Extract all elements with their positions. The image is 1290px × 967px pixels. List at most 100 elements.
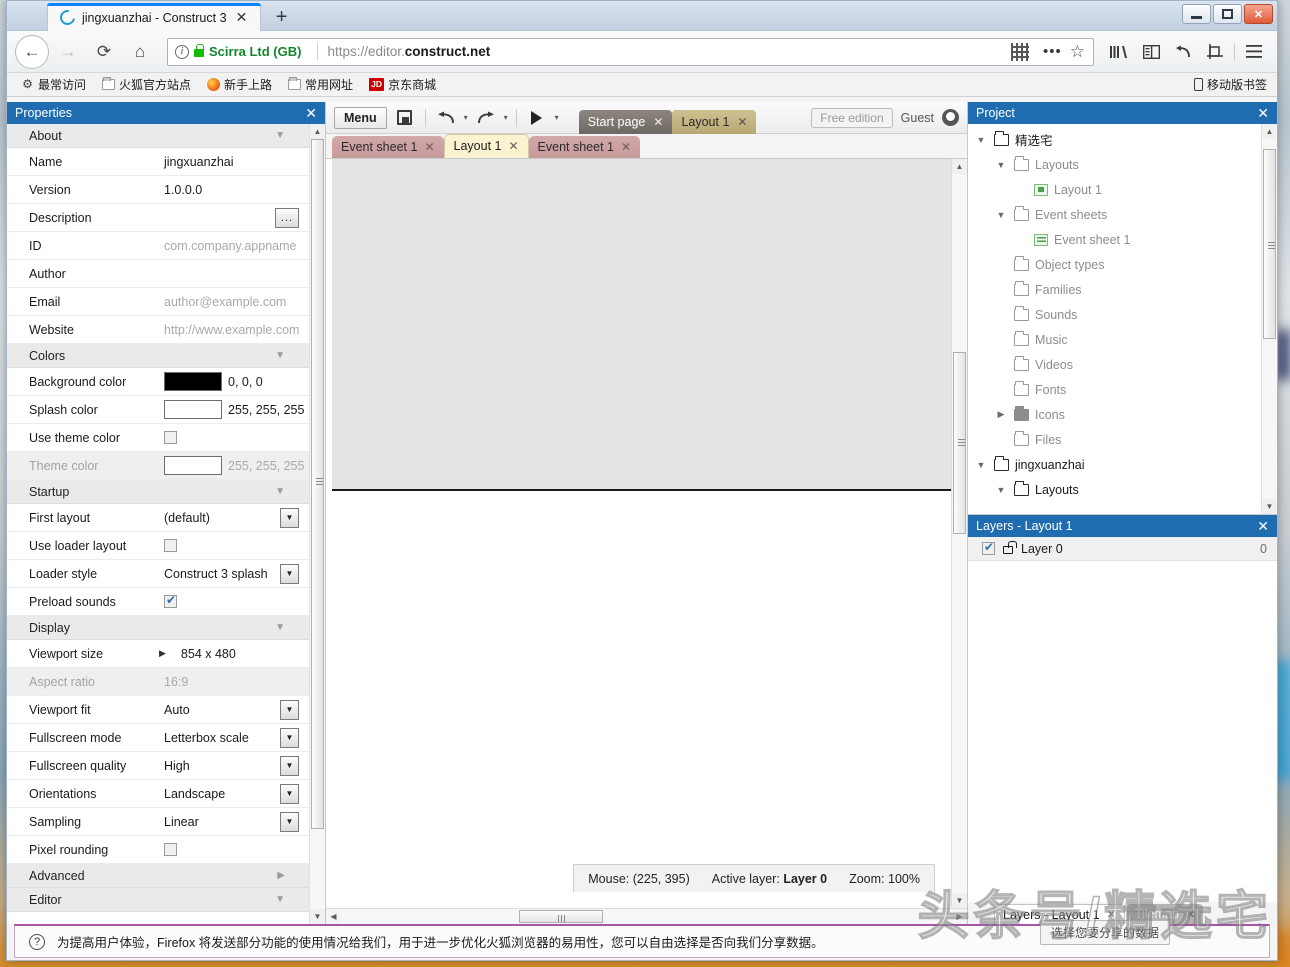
scroll-down-icon[interactable]: ▼ (310, 909, 325, 924)
chevron-down-icon[interactable]: ▼ (280, 756, 299, 776)
user-avatar-icon[interactable] (942, 109, 959, 126)
bookmark-item[interactable]: 新手上路 (201, 74, 278, 95)
property-row-use-theme-color[interactable]: Use theme color (7, 424, 309, 452)
new-tab-button[interactable]: + (269, 5, 295, 31)
use-theme-color-checkbox[interactable] (164, 431, 177, 444)
scroll-left-icon[interactable]: ◀ (326, 909, 341, 924)
layer-visibility-checkbox[interactable] (982, 542, 995, 555)
redo-icon[interactable] (474, 106, 498, 130)
chevron-down-icon[interactable]: ▼ (994, 160, 1008, 170)
screenshot-icon[interactable] (1200, 37, 1230, 67)
tree-node-sounds[interactable]: Sounds (968, 302, 1261, 327)
property-row-viewport-fit[interactable]: Viewport fit Auto ▼ (7, 696, 309, 724)
close-icon[interactable]: ✕ (653, 115, 663, 129)
property-row-name[interactable]: Name jingxuanzhai (7, 148, 309, 176)
bookmark-star-icon[interactable]: ☆ (1070, 42, 1089, 62)
scrollbar-thumb[interactable] (1263, 149, 1276, 339)
close-icon[interactable]: ✕ (234, 10, 250, 26)
tree-node-event-sheet-1[interactable]: Event sheet 1 (968, 227, 1261, 252)
chevron-down-icon[interactable]: ▼ (275, 622, 285, 633)
canvas-vertical-scrollbar[interactable]: ▲ ▼ (951, 159, 967, 908)
scroll-down-icon[interactable]: ▼ (1262, 499, 1277, 514)
tab-start-page[interactable]: Start page ✕ (579, 110, 673, 134)
property-row-pixel-rounding[interactable]: Pixel rounding (7, 836, 309, 864)
property-row-email[interactable]: Email author@example.com (7, 288, 309, 316)
close-icon[interactable]: ✕ (621, 140, 631, 154)
close-button[interactable]: ✕ (1244, 4, 1273, 24)
close-icon[interactable]: ✕ (1186, 908, 1195, 921)
bookmark-item-mobile[interactable]: 移动版书签 (1194, 76, 1269, 93)
property-row-viewport-size[interactable]: Viewport size ▶ 854 x 480 (7, 640, 309, 668)
tree-node-music[interactable]: Music (968, 327, 1261, 352)
property-row-background-color[interactable]: Background color 0, 0, 0 (7, 368, 309, 396)
chevron-down-icon[interactable]: ▼ (280, 812, 299, 832)
browser-tab[interactable]: jingxuanzhai - Construct 3 ✕ (47, 3, 261, 31)
chevron-down-icon[interactable]: ▼ (280, 508, 299, 528)
property-row-id[interactable]: ID com.company.appname (7, 232, 309, 260)
menu-icon[interactable] (1239, 37, 1269, 67)
bookmark-item[interactable]: 火狐官方站点 (96, 74, 197, 95)
chevron-down-icon[interactable]: ▼ (994, 210, 1008, 220)
property-row-fullscreen-mode[interactable]: Fullscreen mode Letterbox scale ▼ (7, 724, 309, 752)
sheet-tab-event-sheet-1a[interactable]: Event sheet 1 ✕ (332, 136, 444, 158)
chevron-down-icon[interactable]: ▼ (275, 486, 285, 497)
tab-layout-1[interactable]: Layout 1 ✕ (672, 110, 756, 134)
sidebar-icon[interactable] (1136, 37, 1166, 67)
property-value[interactable]: http://www.example.com (160, 323, 309, 337)
scrollbar-track[interactable] (310, 139, 325, 909)
qr-code-icon[interactable] (1011, 43, 1029, 61)
info-icon[interactable]: i (175, 45, 189, 59)
chevron-right-icon[interactable]: ▶ (277, 870, 285, 881)
property-row-website[interactable]: Website http://www.example.com (7, 316, 309, 344)
save-icon[interactable] (393, 106, 417, 130)
property-group-startup[interactable]: Startup ▼ (7, 480, 309, 504)
tree-node-layouts-2[interactable]: ▼ Layouts (968, 477, 1261, 502)
edition-badge[interactable]: Free edition (811, 108, 892, 128)
scroll-up-icon[interactable]: ▲ (1262, 124, 1277, 139)
redo-dropdown-icon[interactable]: ▾ (504, 113, 508, 122)
property-group-editor[interactable]: Editor ▼ (7, 888, 309, 912)
scrollbar-track[interactable] (1262, 139, 1277, 499)
chevron-down-icon[interactable]: ▼ (994, 485, 1008, 495)
chevron-down-icon[interactable]: ▼ (280, 784, 299, 804)
property-row-loader-style[interactable]: Loader style Construct 3 splash ▼ (7, 560, 309, 588)
close-icon[interactable]: ✕ (1257, 519, 1269, 533)
preload-sounds-checkbox[interactable] (164, 595, 177, 608)
property-group-display[interactable]: Display ▼ (7, 616, 309, 640)
chevron-down-icon[interactable]: ▼ (974, 460, 988, 470)
project-scrollbar[interactable]: ▲ ▼ (1261, 124, 1277, 514)
forward-button[interactable]: → (51, 35, 85, 69)
property-value[interactable]: com.company.appname (160, 239, 309, 253)
property-value[interactable]: author@example.com (160, 295, 309, 309)
site-identity[interactable]: i Scirra Ltd (GB) (172, 44, 308, 59)
scrollbar-thumb[interactable] (953, 352, 966, 534)
tree-node-fonts[interactable]: Fonts (968, 377, 1261, 402)
maximize-button[interactable] (1213, 4, 1242, 24)
preview-dropdown-icon[interactable]: ▾ (555, 113, 559, 122)
use-loader-layout-checkbox[interactable] (164, 539, 177, 552)
bookmark-item[interactable]: ⚙ 最常访问 (15, 74, 92, 95)
lock-icon[interactable] (1003, 546, 1013, 554)
tree-node-jingxuanzhai[interactable]: ▼ jingxuanzhai (968, 452, 1261, 477)
scroll-right-icon[interactable]: ▶ (952, 909, 967, 924)
pocket-icon[interactable] (1168, 37, 1198, 67)
menu-button[interactable]: Menu (334, 107, 387, 129)
close-icon[interactable]: ✕ (508, 139, 518, 153)
property-row-splash-color[interactable]: Splash color 255, 255, 255 (7, 396, 309, 424)
chevron-down-icon[interactable]: ▼ (280, 700, 299, 720)
tree-node-object-types[interactable]: Object types (968, 252, 1261, 277)
chevron-right-icon[interactable]: ▶ (994, 409, 1008, 420)
scrollbar-track[interactable] (952, 174, 967, 893)
scrollbar-track[interactable] (341, 909, 952, 924)
close-icon[interactable]: ✕ (737, 115, 747, 129)
property-group-colors[interactable]: Colors ▼ (7, 344, 309, 368)
url-bar[interactable]: i Scirra Ltd (GB) https://editor.constru… (167, 38, 1094, 66)
close-icon[interactable]: ✕ (1107, 908, 1116, 921)
chevron-down-icon[interactable]: ▼ (974, 135, 988, 145)
property-value[interactable]: 854 x 480 (177, 647, 309, 661)
tree-node-event-sheets[interactable]: ▼ Event sheets (968, 202, 1261, 227)
undo-dropdown-icon[interactable]: ▾ (464, 113, 468, 122)
chevron-down-icon[interactable]: ▼ (275, 894, 285, 905)
color-swatch[interactable] (164, 372, 222, 391)
property-row-description[interactable]: Description ... (7, 204, 309, 232)
